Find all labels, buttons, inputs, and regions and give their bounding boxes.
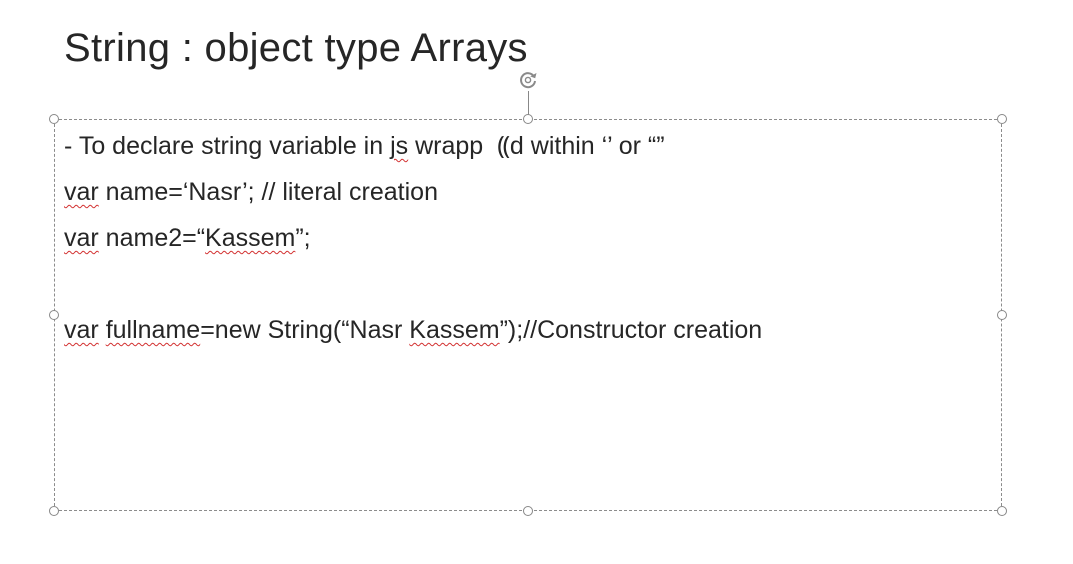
- line5-rest: ”);//Constructor creation: [499, 316, 763, 344]
- content-line-blank: [64, 261, 762, 307]
- rotate-stem: [528, 91, 529, 115]
- slide-title[interactable]: String : object type Arrays: [64, 22, 528, 74]
- line2-rest: name=‘Nasr’; // literal creation: [98, 178, 438, 206]
- resize-handle-bottom-center[interactable]: [523, 506, 533, 516]
- content-line-3[interactable]: var name2=“Kassem”;: [64, 215, 762, 261]
- line5-space: [99, 316, 106, 344]
- line5-keyword: var: [64, 316, 99, 344]
- line5-misspelled-word-1: fullname: [105, 316, 201, 344]
- content-body: - To declare string variable in js wrapp…: [64, 123, 762, 353]
- line1-cursor-overlay: ⸨d: [497, 132, 524, 160]
- line3-rest: ”;: [295, 224, 311, 252]
- slide: String : object type Arrays - To declare…: [0, 0, 1073, 564]
- line1-misspelled-word: js: [390, 132, 409, 160]
- resize-handle-middle-right[interactable]: [997, 310, 1007, 320]
- line3-mid: name2=“: [98, 224, 206, 252]
- resize-handle-top-right[interactable]: [997, 114, 1007, 124]
- rotate-handle-icon[interactable]: [516, 68, 540, 92]
- line2-keyword: var: [64, 178, 99, 206]
- line1-middle: wrapp: [408, 132, 484, 160]
- resize-handle-top-left[interactable]: [49, 114, 59, 124]
- line5-misspelled-word-2: Kassem: [409, 316, 500, 344]
- content-line-2[interactable]: var name=‘Nasr’; // literal creation: [64, 169, 762, 215]
- line1-prefix: - To declare string variable in: [64, 132, 391, 160]
- content-line-5[interactable]: var fullname=new String(“Nasr Kassem”);/…: [64, 307, 762, 353]
- content-line-1[interactable]: - To declare string variable in js wrapp…: [64, 123, 762, 169]
- line1-suffix: within ‘’ or “”: [523, 132, 665, 160]
- resize-handle-bottom-right[interactable]: [997, 506, 1007, 516]
- line3-keyword: var: [64, 224, 99, 252]
- line3-misspelled-word: Kassem: [205, 224, 296, 252]
- resize-handle-middle-left[interactable]: [49, 310, 59, 320]
- rotate-arrow-icon: [520, 72, 537, 89]
- line5-mid: =new String(“Nasr: [200, 316, 410, 344]
- resize-handle-bottom-left[interactable]: [49, 506, 59, 516]
